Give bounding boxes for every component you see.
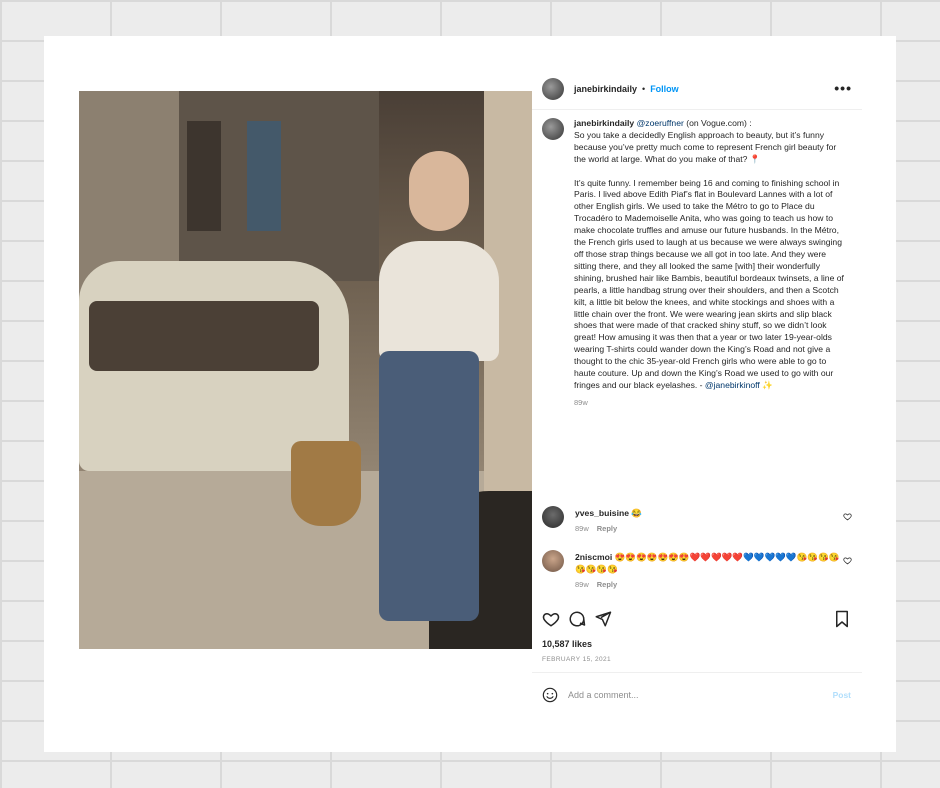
reply-button[interactable]: Reply (597, 580, 617, 589)
comment-time[interactable]: 89w (575, 524, 589, 533)
comment-username[interactable]: yves_buisine (575, 508, 629, 518)
comment-item: yves_buisine 😂 89w Reply (542, 506, 852, 533)
caption-username[interactable]: janebirkindaily (574, 118, 634, 128)
post-date[interactable]: FEBRUARY 15, 2021 (542, 656, 611, 663)
post-comment-button[interactable]: Post (833, 690, 851, 700)
follow-button[interactable]: Follow (650, 84, 679, 94)
avatar[interactable] (542, 118, 564, 140)
comment-body: 😂 (628, 508, 643, 518)
add-comment-bar: Post (532, 672, 862, 716)
caption-text: janebirkindaily @zoeruffner (on Vogue.co… (574, 118, 847, 392)
more-options-icon[interactable]: ••• (834, 80, 852, 96)
header-username[interactable]: janebirkindaily (574, 84, 637, 94)
photo-window (247, 121, 281, 231)
photo-person-jeans (379, 351, 479, 621)
comment-meta: 89w Reply (575, 524, 642, 533)
post-photo[interactable] (79, 91, 532, 649)
comment-text: yves_buisine 😂 (575, 508, 642, 520)
bookmark-icon[interactable] (834, 610, 850, 628)
reply-button[interactable]: Reply (597, 524, 617, 533)
post-actions (542, 610, 852, 632)
emoji-icon[interactable] (542, 687, 558, 703)
post-card: janebirkindaily • Follow ••• janebirkind… (44, 36, 896, 752)
caption-tail-mention[interactable]: @janebirkinoff (705, 380, 760, 390)
caption-body: (on Vogue.com) : So you take a decidedly… (574, 118, 844, 390)
photo-window (187, 121, 221, 231)
comment-username[interactable]: 2niscmoi (575, 552, 612, 562)
comment-item: 2niscmoi 😍😍😍😍😍😍😍❤️❤️❤️❤️❤️💙💙💙💙💙😘😘😘😘😘😘😘😘 … (542, 550, 852, 589)
photo-basket (291, 441, 361, 526)
likes-count[interactable]: 10,587 likes (542, 639, 592, 649)
like-heart-icon[interactable] (542, 610, 560, 628)
avatar[interactable] (542, 506, 564, 528)
caption-time[interactable]: 89w (574, 398, 847, 407)
post-header: janebirkindaily • Follow ••• (532, 68, 862, 110)
caption-mention[interactable]: @zoeruffner (637, 118, 684, 128)
photo-person-head (409, 151, 469, 231)
photo-car-window (89, 301, 319, 371)
comment-meta: 89w Reply (575, 580, 840, 589)
caption-emoji: ✨ (759, 379, 773, 390)
comment-text: 2niscmoi 😍😍😍😍😍😍😍❤️❤️❤️❤️❤️💙💙💙💙💙😘😘😘😘😘😘😘😘 (575, 552, 840, 576)
comment-body: 😍😍😍😍😍😍😍❤️❤️❤️❤️❤️💙💙💙💙💙😘😘😘😘😘😘😘😘 (575, 552, 840, 574)
photo-person-tshirt (379, 241, 499, 361)
avatar[interactable] (542, 550, 564, 572)
separator-dot: • (642, 83, 646, 94)
share-icon[interactable] (594, 610, 612, 628)
comment-time[interactable]: 89w (575, 580, 589, 589)
comment-input[interactable] (568, 689, 808, 700)
post-caption: janebirkindaily @zoeruffner (on Vogue.co… (542, 118, 847, 407)
avatar[interactable] (542, 77, 564, 100)
comment-icon[interactable] (568, 610, 586, 628)
post-side-panel: janebirkindaily • Follow ••• janebirkind… (532, 68, 874, 728)
heart-icon[interactable] (843, 512, 852, 521)
heart-icon[interactable] (843, 556, 852, 565)
